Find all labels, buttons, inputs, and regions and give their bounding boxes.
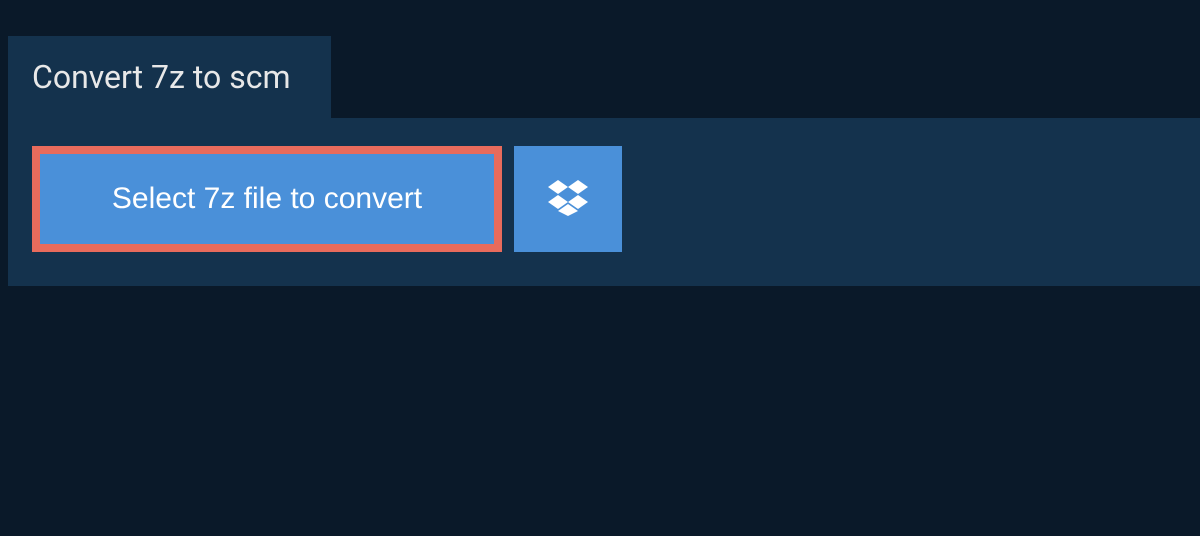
- dropbox-button[interactable]: [514, 146, 622, 252]
- tab-convert[interactable]: Convert 7z to scm: [8, 36, 331, 118]
- convert-panel: Select 7z file to convert: [8, 118, 1200, 286]
- select-file-button[interactable]: Select 7z file to convert: [32, 146, 502, 252]
- tab-bar: Convert 7z to scm: [8, 36, 1200, 118]
- tab-title: Convert 7z to scm: [32, 58, 291, 96]
- dropbox-icon: [548, 180, 588, 219]
- select-file-label: Select 7z file to convert: [112, 182, 422, 216]
